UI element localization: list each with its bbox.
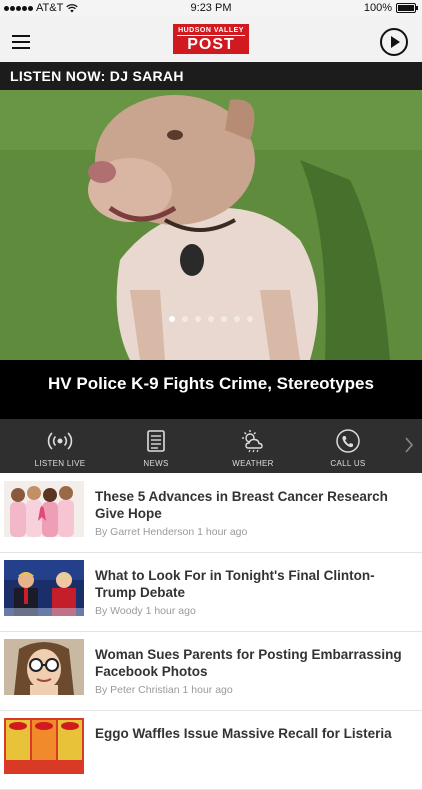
quick-actions-bar: LISTEN LIVE NEWS WEATHER CALL US	[0, 419, 422, 473]
menu-icon[interactable]	[12, 35, 30, 49]
chevron-right-icon[interactable]	[404, 437, 414, 453]
logo-main-text: POST	[187, 36, 235, 53]
story-item[interactable]: Eggo Waffles Issue Massive Recall for Li…	[0, 710, 422, 790]
story-thumbnail	[4, 481, 84, 537]
listen-live-button[interactable]: LISTEN LIVE	[20, 419, 100, 473]
battery-percent: 100%	[363, 2, 392, 14]
play-icon[interactable]	[380, 28, 408, 56]
carousel-dot[interactable]	[195, 316, 201, 322]
story-item[interactable]: Woman Sues Parents for Posting Embarrass…	[0, 631, 422, 711]
carousel-dot[interactable]	[169, 316, 175, 322]
weather-button[interactable]: WEATHER	[213, 419, 293, 473]
hero-carousel[interactable]: LISTEN NOW: DJ SARAH HV Police K-9 Fight…	[0, 62, 422, 419]
status-time: 9:23 PM	[190, 2, 232, 14]
call-us-label: CALL US	[330, 459, 366, 468]
story-thumbnail	[4, 639, 84, 695]
carousel-dot[interactable]	[221, 316, 227, 322]
carousel-dot[interactable]	[234, 316, 240, 322]
story-thumbnail	[4, 718, 84, 774]
story-meta: By Woody 1 hour ago	[95, 605, 196, 617]
phone-icon	[336, 429, 360, 453]
news-button[interactable]: NEWS	[116, 419, 196, 473]
listen-live-label: LISTEN LIVE	[34, 459, 86, 468]
call-us-button[interactable]: CALL US	[308, 419, 388, 473]
story-title: Eggo Waffles Issue Massive Recall for Li…	[95, 726, 392, 741]
story-meta: By Garret Henderson 1 hour ago	[95, 526, 248, 538]
broadcast-icon	[47, 432, 73, 450]
story-meta: By Peter Christian 1 hour ago	[95, 684, 233, 696]
carousel-dot[interactable]	[247, 316, 253, 322]
carousel-dot[interactable]	[208, 316, 214, 322]
carousel-dots[interactable]	[0, 316, 422, 322]
battery-group: 100%	[363, 2, 418, 14]
story-item[interactable]: What to Look For in Tonight's Final Clin…	[0, 552, 422, 632]
story-thumbnail	[4, 560, 84, 616]
status-bar: AT&T 9:23 PM 100%	[0, 0, 422, 16]
hero-title[interactable]: HV Police K-9 Fights Crime, Stereotypes	[0, 360, 422, 419]
station-logo[interactable]: HUDSON VALLEY POST	[173, 24, 249, 54]
logo-top-text: HUDSON VALLEY	[177, 24, 245, 36]
battery-icon	[396, 3, 418, 13]
story-title: Woman Sues Parents for Posting Embarrass…	[95, 647, 402, 679]
news-icon	[147, 430, 165, 452]
carousel-dot[interactable]	[182, 316, 188, 322]
listen-now-banner[interactable]: LISTEN NOW: DJ SARAH	[0, 62, 422, 90]
story-item[interactable]: These 5 Advances in Breast Cancer Resear…	[0, 473, 422, 553]
battery-fill	[398, 5, 414, 11]
story-title: These 5 Advances in Breast Cancer Resear…	[95, 489, 388, 521]
weather-icon	[242, 430, 263, 453]
nav-bar: HUDSON VALLEY POST	[0, 16, 422, 62]
weather-label: WEATHER	[232, 459, 274, 468]
news-label: NEWS	[143, 459, 169, 468]
story-title: What to Look For in Tonight's Final Clin…	[95, 568, 375, 600]
